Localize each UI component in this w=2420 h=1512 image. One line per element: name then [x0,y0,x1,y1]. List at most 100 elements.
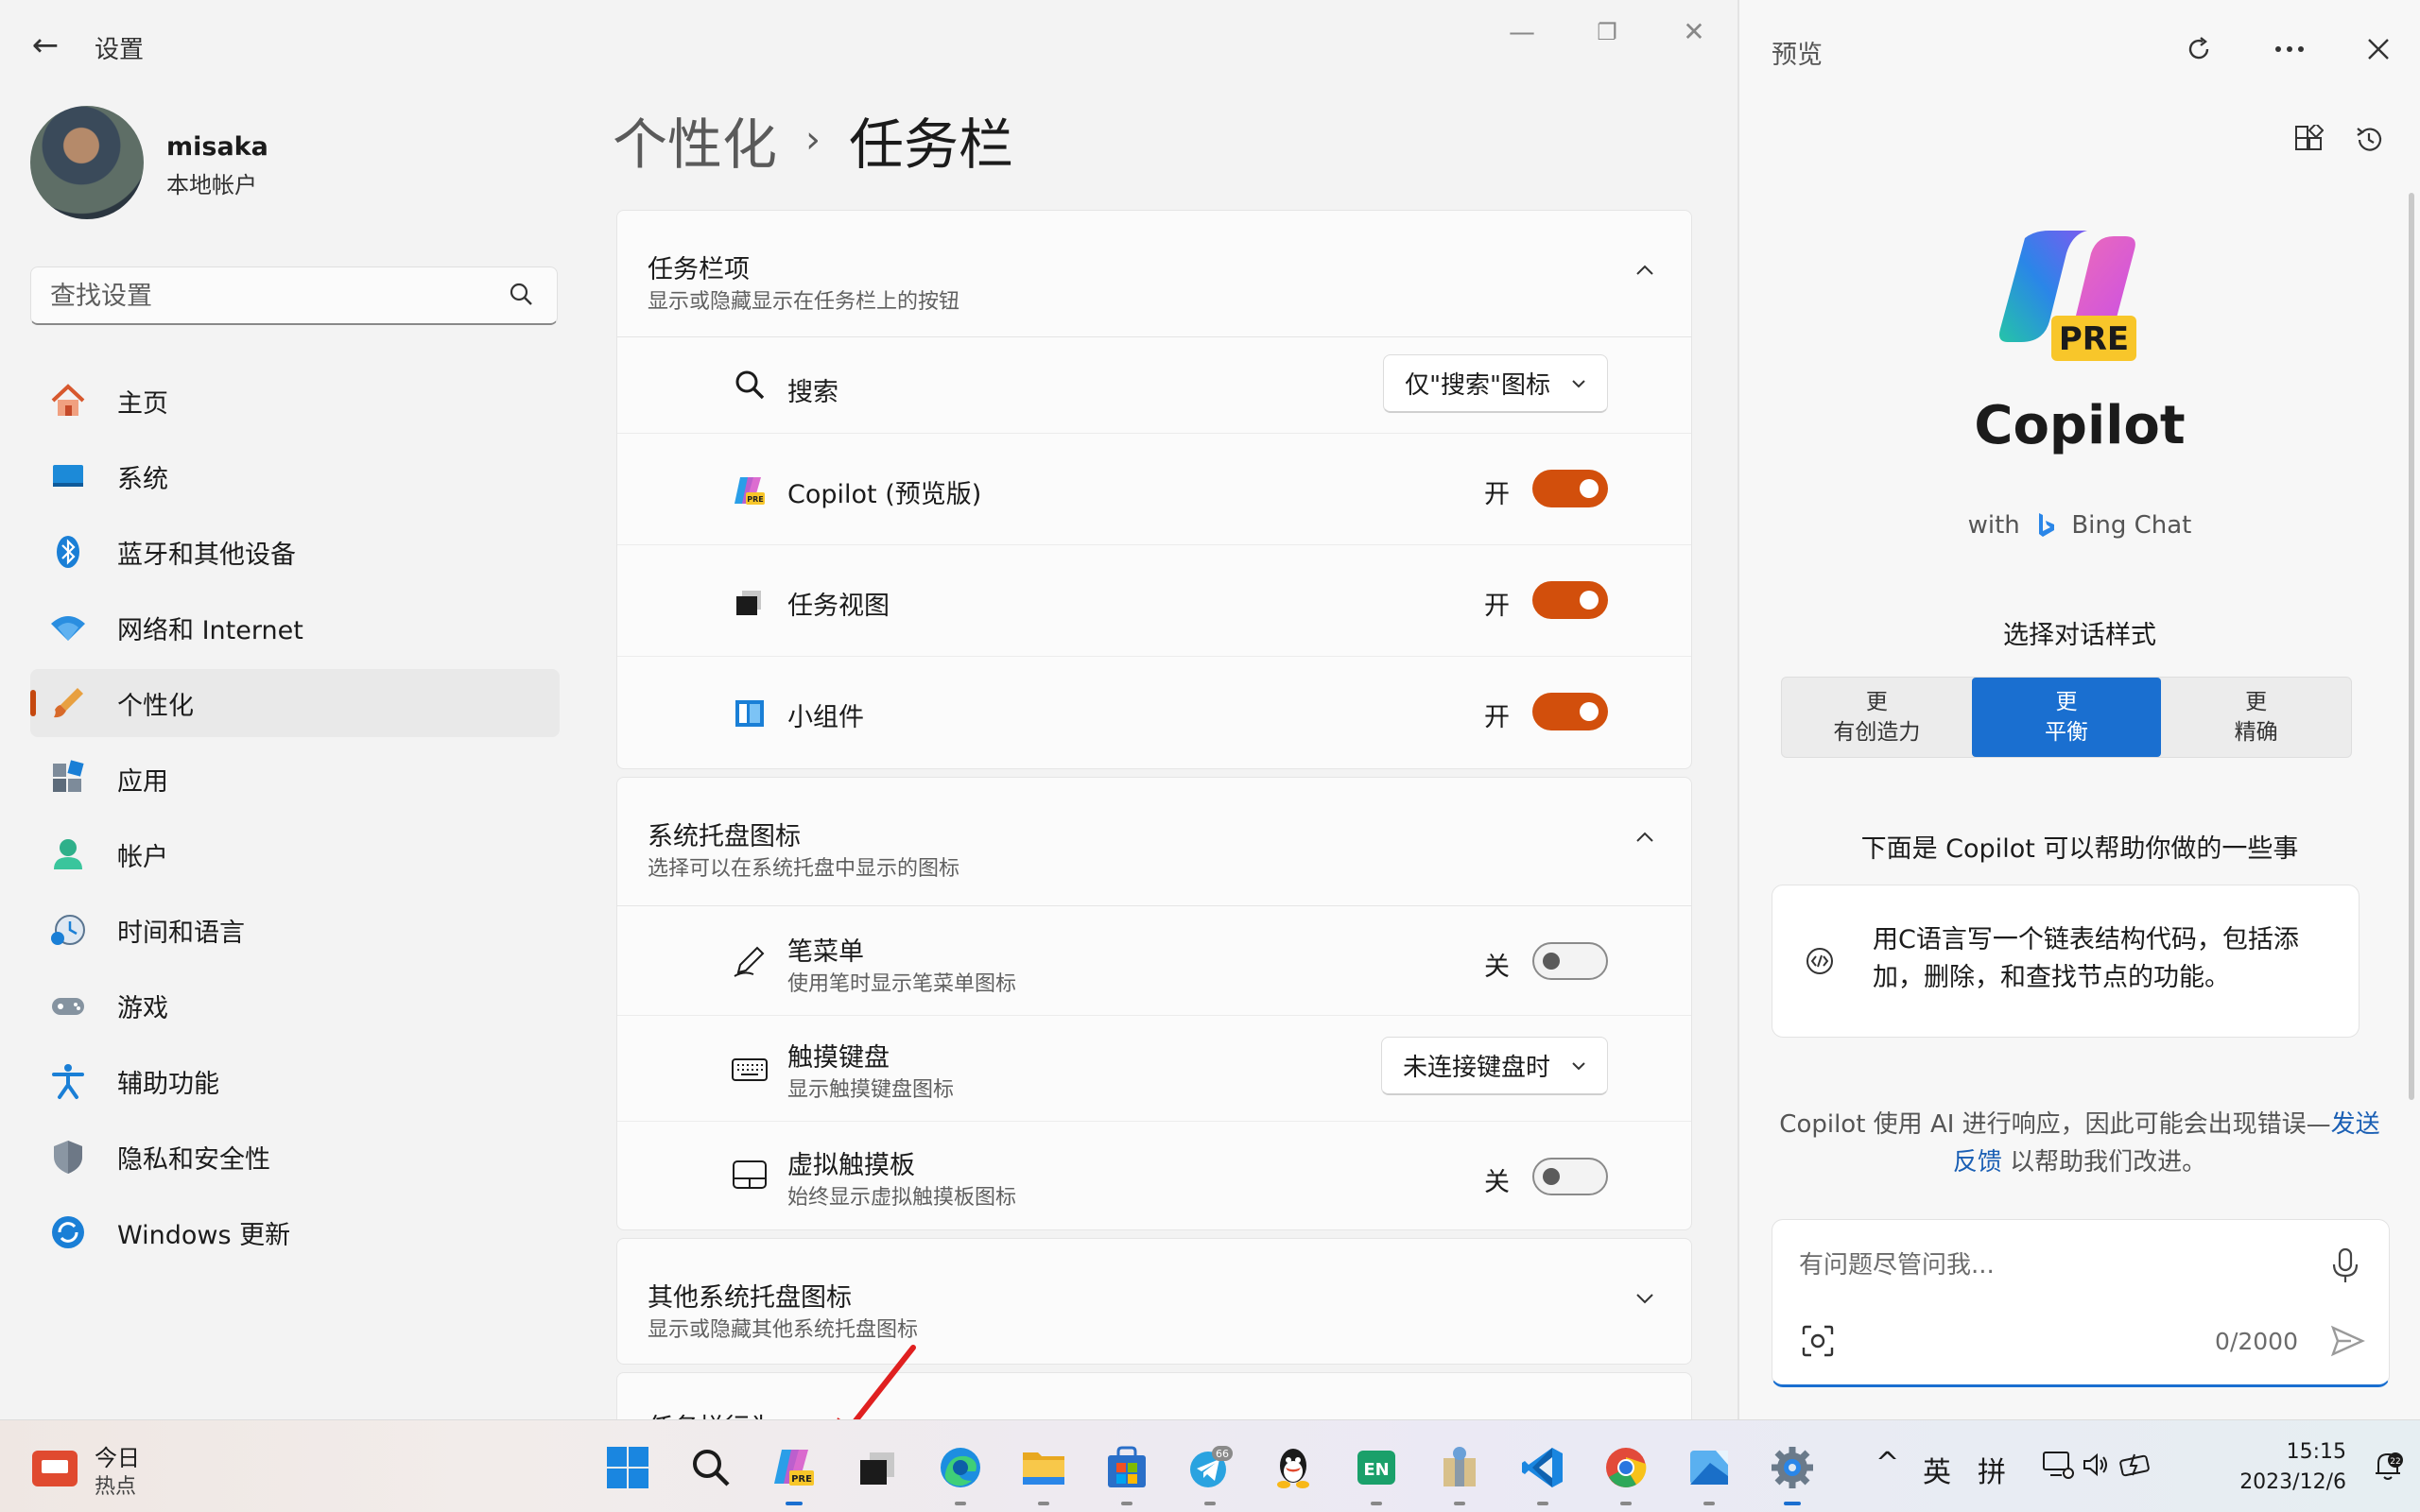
chat-input[interactable] [1799,1246,2290,1284]
en-dict-icon[interactable]: EN [1350,1441,1403,1505]
sidebar-item-accessibility[interactable]: 辅助功能 [30,1047,560,1115]
chevron-up-icon[interactable] [1631,256,1659,284]
edge-icon[interactable] [934,1441,987,1505]
file-explorer-icon[interactable] [1017,1441,1070,1505]
sidebar-item-time-language[interactable]: 时间和语言 [30,896,560,964]
sidebar-item-label: 辅助功能 [117,1069,219,1099]
copilot-icon[interactable]: PRE [768,1441,821,1505]
ime-mode-indicator[interactable]: 拼 [1978,1449,2006,1490]
user-name: misaka [166,132,268,162]
pen-menu-toggle[interactable] [1532,942,1608,980]
other-tray-icons-card[interactable]: 其他系统托盘图标 显示或隐藏其他系统托盘图标 [616,1238,1692,1365]
vscode-icon[interactable] [1516,1441,1569,1505]
virtual-touchpad-toggle[interactable] [1532,1158,1608,1195]
copilot-pane-title: 预览 [1772,41,1823,70]
breadcrumb-parent[interactable]: 个性化 [613,100,777,180]
sidebar-item-accounts[interactable]: 帐户 [30,820,560,888]
minimize-button[interactable]: — [1494,13,1550,51]
user-profile[interactable]: misaka 本地帐户 [30,106,560,219]
toggle-state-label: 关 [1484,953,1510,982]
sidebar-item-home[interactable]: 主页 [30,367,560,435]
setting-row-pen-menu: 笔菜单 使用笔时显示笔菜单图标 关 [617,906,1691,1016]
refresh-icon[interactable] [2178,28,2220,70]
settings-search[interactable] [30,266,558,325]
back-button[interactable]: ← [23,26,68,64]
send-icon[interactable] [2328,1322,2366,1360]
sidebar-item-personalization[interactable]: 个性化 [30,669,560,737]
maximize-button[interactable]: ❐ [1579,13,1635,51]
widgets-news-button[interactable]: 今日 热点 [32,1439,202,1499]
sidebar-item-gaming[interactable]: 游戏 [30,971,560,1040]
archive-icon[interactable] [1433,1441,1486,1505]
task-view-icon[interactable] [851,1441,904,1494]
sidebar-item-system[interactable]: 系统 [30,442,560,510]
widgets-toggle[interactable] [1532,693,1608,730]
ime-language-indicator[interactable]: 英 [1923,1449,1951,1490]
more-options-icon[interactable] [2269,28,2310,70]
toggle-state-label: 开 [1484,703,1510,732]
touch-keyboard-dropdown[interactable]: 未连接键盘时 [1380,1037,1608,1095]
store-icon[interactable] [1100,1441,1153,1505]
home-icon [47,380,89,421]
copilot-toggle[interactable] [1532,470,1608,507]
sidebar-item-label: 游戏 [117,993,168,1023]
sidebar-item-bluetooth[interactable]: 蓝牙和其他设备 [30,518,560,586]
close-icon[interactable] [2358,28,2399,70]
setting-label: 任务视图 [787,592,890,621]
battery-icon[interactable] [2119,1449,2153,1486]
volume-icon[interactable] [2082,1451,2110,1486]
plugins-icon[interactable] [2288,119,2329,161]
sidebar-item-label: 系统 [117,464,168,494]
telegram-icon[interactable]: 66 [1184,1441,1236,1505]
other-tray-icons-header[interactable]: 其他系统托盘图标 显示或隐藏其他系统托盘图标 [617,1239,1691,1366]
setting-description: 显示触摸键盘图标 [787,1078,955,1102]
task-view-toggle[interactable] [1532,581,1608,619]
sidebar-item-label: 网络和 Internet [117,615,303,645]
photos-icon[interactable] [1683,1441,1736,1505]
search-icon[interactable] [684,1441,737,1494]
qq-icon[interactable] [1267,1441,1320,1494]
pane-scrollbar[interactable] [2409,193,2414,1100]
breadcrumb: 个性化 › 任务栏 [613,102,1013,178]
toggle-state-label: 开 [1484,592,1510,621]
microphone-icon[interactable] [2328,1246,2362,1284]
search-mode-dropdown[interactable]: 仅"搜索"图标 [1383,354,1608,413]
settings-icon[interactable] [1766,1441,1819,1505]
style-balanced-button[interactable]: 更 平衡 [1971,678,2162,757]
copilot-icon: PRE [731,472,769,509]
search-input[interactable] [50,277,504,315]
screenshot-icon[interactable] [1801,1324,1835,1358]
notification-bell-icon[interactable]: 22 [2371,1449,2405,1490]
taskbar-behaviors-card[interactable]: 任务栏行为 [616,1372,1692,1419]
news-icon [32,1451,78,1486]
chevron-down-icon[interactable] [1631,1284,1659,1313]
chrome-icon[interactable] [1599,1441,1652,1505]
style-creative-button[interactable]: 更 有创造力 [1782,678,1972,757]
style-label: 平衡 [2045,720,2088,745]
clock[interactable]: 15:15 2023/12/6 [2239,1437,2346,1498]
taskbar-items-header[interactable]: 任务栏项 显示或隐藏显示在任务栏上的按钮 [617,211,1691,337]
windows-start-icon[interactable] [601,1441,654,1494]
app-title: 设置 [95,36,145,64]
conversation-style-title: 选择对话样式 [2003,621,2156,650]
setting-label: 小组件 [787,703,864,732]
tray-icons-header[interactable]: 系统托盘图标 选择可以在系统托盘中显示的图标 [617,778,1691,906]
taskbar-apps: PRE 66 EN [601,1441,1849,1505]
time-language-icon [47,909,89,951]
suggested-prompt-card[interactable]: 用C语言写一个链表结构代码，包括添加，删除，和查找节点的功能。 [1772,885,2360,1038]
close-button[interactable]: ✕ [1666,13,1722,51]
style-precise-button[interactable]: 更 精确 [2161,678,2351,757]
account-icon [47,833,89,875]
chevron-up-icon[interactable] [1631,823,1659,851]
sidebar-item-privacy[interactable]: 隐私和安全性 [30,1123,560,1191]
history-icon[interactable] [2348,119,2390,161]
sidebar-item-windows-update[interactable]: Windows 更新 [30,1198,560,1266]
section-subtitle: 选择可以在系统托盘中显示的图标 [648,857,960,881]
show-hidden-icons-button[interactable]: ^ [1876,1447,1899,1480]
setting-label: Copilot (预览版) [787,480,982,509]
network-icon[interactable] [2042,1449,2074,1488]
search-icon[interactable] [508,281,536,309]
sidebar-item-network[interactable]: 网络和 Internet [30,593,560,662]
sidebar-item-label: 蓝牙和其他设备 [117,540,296,570]
sidebar-item-apps[interactable]: 应用 [30,745,560,813]
